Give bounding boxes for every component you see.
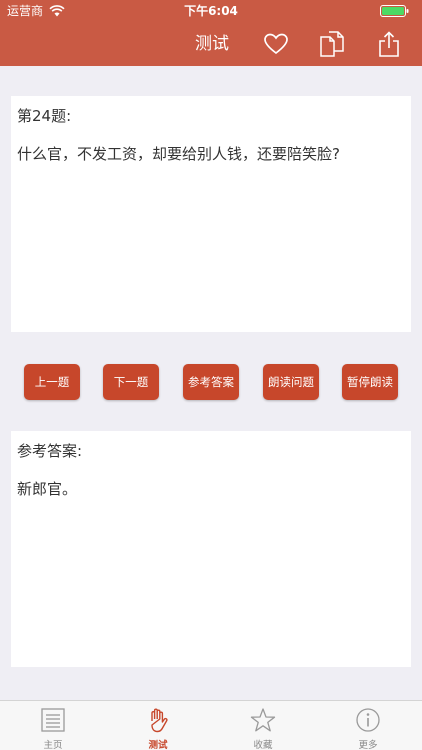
show-answer-button[interactable]: 参考答案	[183, 364, 239, 400]
status-time: 下午6:04	[184, 4, 238, 18]
info-icon	[356, 708, 380, 732]
tab-more-label: 更多	[358, 740, 378, 750]
star-icon	[250, 708, 276, 732]
hand-icon	[151, 708, 168, 733]
answer-heading: 参考答案:	[17, 442, 83, 460]
prev-question-button[interactable]: 上一题	[24, 364, 80, 400]
tab-favorites-label: 收藏	[253, 740, 273, 750]
tab-bar: 主页 测试 收藏 更多	[0, 700, 422, 750]
tab-home-label: 主页	[43, 740, 63, 750]
tab-test[interactable]: 测试	[128, 701, 188, 750]
answer-text: 新郎官。	[17, 480, 78, 498]
pause-reading-button[interactable]: 暂停朗读	[342, 364, 398, 400]
tab-favorites[interactable]: 收藏	[233, 701, 293, 750]
copy-icon[interactable]	[319, 31, 345, 57]
list-icon	[41, 708, 65, 732]
question-number: 第24题:	[17, 107, 72, 125]
next-question-button[interactable]: 下一题	[103, 364, 159, 400]
header: 运营商 下午6:04 测试	[0, 0, 422, 66]
battery-icon	[380, 5, 409, 17]
status-bar: 运营商 下午6:04	[0, 0, 422, 22]
tab-home[interactable]: 主页	[23, 701, 83, 750]
answer-panel: 参考答案: 新郎官。	[11, 431, 411, 667]
share-icon[interactable]	[376, 31, 402, 57]
question-panel: 第24题: 什么官，不发工资，却要给别人钱，还要陪笑脸?	[11, 96, 411, 332]
tab-test-label: 测试	[148, 740, 168, 750]
question-text: 什么官，不发工资，却要给别人钱，还要陪笑脸?	[17, 145, 340, 163]
nav-title: 测试	[195, 34, 229, 54]
tab-more[interactable]: 更多	[338, 701, 398, 750]
read-question-button[interactable]: 朗读问题	[263, 364, 319, 400]
heart-icon[interactable]	[263, 31, 289, 57]
